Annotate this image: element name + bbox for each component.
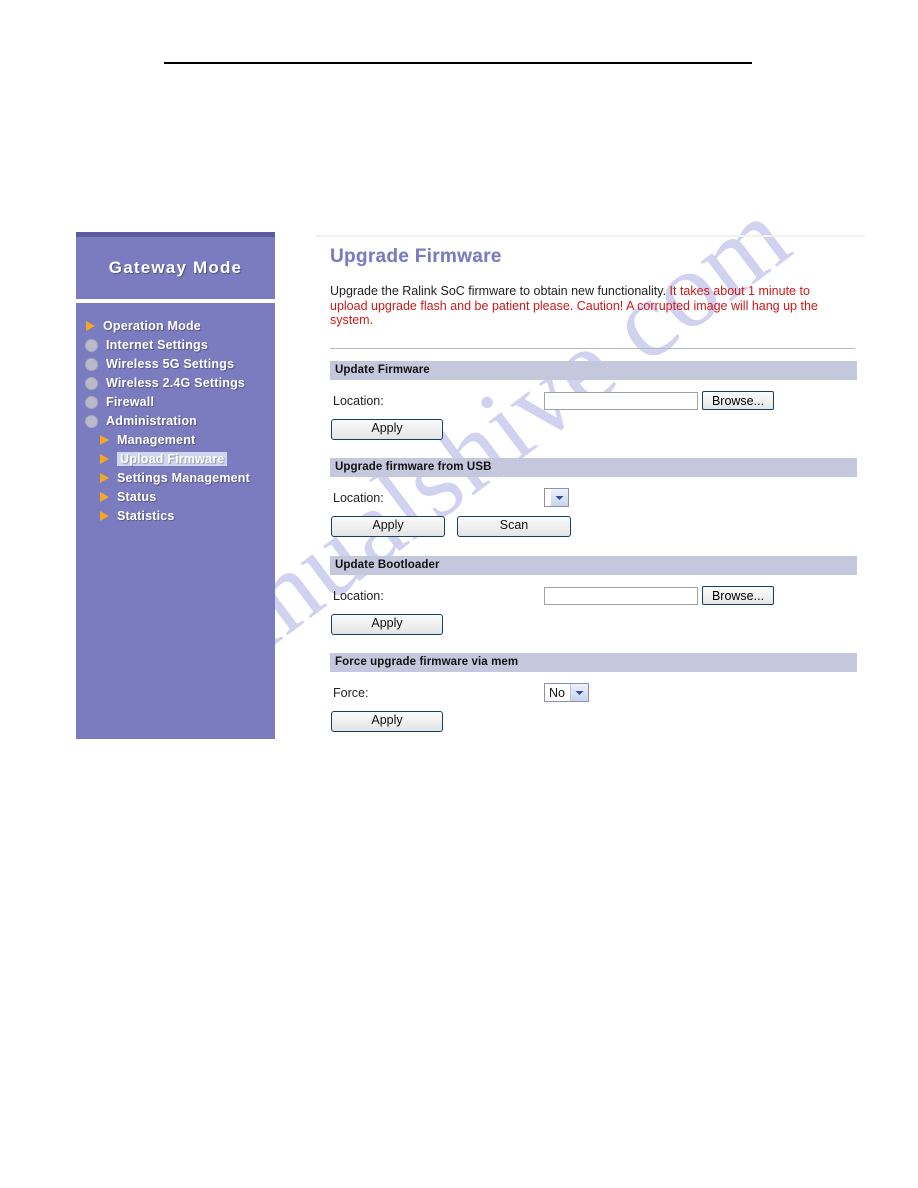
- usb-location-label: Location:: [333, 490, 384, 505]
- firmware-location-label: Location:: [333, 393, 384, 408]
- section-upgrade-from-usb: Upgrade firmware from USB Location: Appl…: [330, 457, 865, 537]
- sidebar-item-upload-firmware[interactable]: Upload Firmware: [76, 450, 275, 468]
- field-row-force: Force: No: [330, 682, 865, 704]
- firmware-location-input[interactable]: [544, 391, 698, 410]
- sidebar-item-label: Management: [117, 433, 196, 447]
- usb-apply-button[interactable]: Apply: [331, 515, 445, 537]
- usb-location-select[interactable]: [544, 488, 569, 507]
- sidebar-item-label: Statistics: [117, 509, 175, 523]
- section-title: Update Bootloader: [335, 559, 440, 571]
- triangle-icon: [100, 511, 109, 521]
- sidebar-item-label: Internet Settings: [106, 338, 209, 352]
- circle-icon: [85, 338, 98, 352]
- sidebar-title: Gateway Mode: [108, 258, 243, 277]
- sidebar: Gateway Mode Operation Mode Internet Set…: [76, 232, 275, 739]
- circle-icon: [85, 357, 98, 371]
- section-update-firmware: Update Firmware Location: Browse... Appl…: [330, 360, 865, 440]
- section-title: Force upgrade firmware via mem: [335, 656, 519, 668]
- triangle-icon: [100, 454, 109, 464]
- sidebar-item-internet-settings[interactable]: Internet Settings: [76, 336, 275, 354]
- section-header-upgrade-from-usb: Upgrade firmware from USB: [330, 457, 857, 477]
- section-title: Upgrade firmware from USB: [335, 461, 492, 473]
- sidebar-item-label: Wireless 5G Settings: [106, 357, 235, 371]
- section-header-force-upgrade: Force upgrade firmware via mem: [330, 652, 857, 672]
- sidebar-item-label: Administration: [106, 414, 197, 428]
- sidebar-item-label: Wireless 2.4G Settings: [106, 376, 246, 390]
- sidebar-item-label: Firewall: [106, 395, 155, 409]
- triangle-icon: [100, 435, 109, 445]
- sidebar-item-wireless-24g-settings[interactable]: Wireless 2.4G Settings: [76, 374, 275, 392]
- field-row-firmware-location: Location: Browse...: [330, 390, 865, 412]
- sidebar-item-label: Status: [117, 490, 157, 504]
- section-title: Update Firmware: [335, 364, 430, 376]
- triangle-icon: [100, 492, 109, 502]
- page-description: Upgrade the Ralink SoC firmware to obtai…: [330, 284, 830, 328]
- section-header-update-bootloader: Update Bootloader: [330, 555, 857, 575]
- sidebar-title-box: Gateway Mode: [76, 237, 275, 299]
- page-header-rule: [164, 62, 752, 64]
- content-divider: [330, 347, 855, 349]
- section-force-upgrade: Force upgrade firmware via mem Force: No: [330, 652, 865, 732]
- triangle-icon: [100, 473, 109, 483]
- sidebar-item-operation-mode[interactable]: Operation Mode: [76, 317, 275, 335]
- triangle-icon: [86, 321, 95, 331]
- sidebar-item-label: Operation Mode: [103, 319, 201, 333]
- circle-icon: [85, 376, 98, 390]
- description-normal-text: Upgrade the Ralink SoC firmware to obtai…: [330, 284, 670, 298]
- chevron-down-icon: [569, 684, 588, 701]
- sidebar-item-status[interactable]: Status: [76, 488, 275, 506]
- force-select[interactable]: No: [544, 683, 589, 702]
- bootloader-browse-button[interactable]: Browse...: [702, 586, 774, 605]
- bootloader-apply-button[interactable]: Apply: [331, 613, 443, 635]
- force-selected-value: No: [549, 685, 565, 700]
- sidebar-menu: Operation Mode Internet Settings Wireles…: [76, 303, 275, 739]
- sidebar-item-label: Upload Firmware: [117, 452, 228, 466]
- sidebar-item-firewall[interactable]: Firewall: [76, 393, 275, 411]
- sidebar-item-label: Settings Management: [117, 471, 250, 485]
- field-row-bootloader-location: Location: Browse...: [330, 585, 865, 607]
- force-apply-button[interactable]: Apply: [331, 710, 443, 732]
- bootloader-location-input[interactable]: [544, 586, 698, 605]
- sidebar-item-administration[interactable]: Administration: [76, 412, 275, 430]
- firmware-browse-button[interactable]: Browse...: [702, 391, 774, 410]
- sidebar-item-statistics[interactable]: Statistics: [76, 507, 275, 525]
- section-update-bootloader: Update Bootloader Location: Browse... Ap…: [330, 555, 865, 635]
- firmware-apply-button[interactable]: Apply: [331, 418, 443, 440]
- sidebar-item-wireless-5g-settings[interactable]: Wireless 5G Settings: [76, 355, 275, 373]
- force-label: Force:: [333, 685, 369, 700]
- circle-icon: [85, 395, 98, 409]
- sidebar-item-management[interactable]: Management: [76, 431, 275, 449]
- content-panel: Upgrade Firmware Upgrade the Ralink SoC …: [316, 232, 865, 732]
- field-row-usb-location: Location:: [330, 487, 865, 509]
- chevron-down-icon: [551, 489, 568, 506]
- sidebar-item-settings-management[interactable]: Settings Management: [76, 469, 275, 487]
- usb-scan-button[interactable]: Scan: [457, 515, 571, 537]
- page-title: Upgrade Firmware: [330, 246, 502, 267]
- circle-icon: [85, 414, 98, 428]
- section-header-update-firmware: Update Firmware: [330, 360, 857, 380]
- bootloader-location-label: Location:: [333, 588, 384, 603]
